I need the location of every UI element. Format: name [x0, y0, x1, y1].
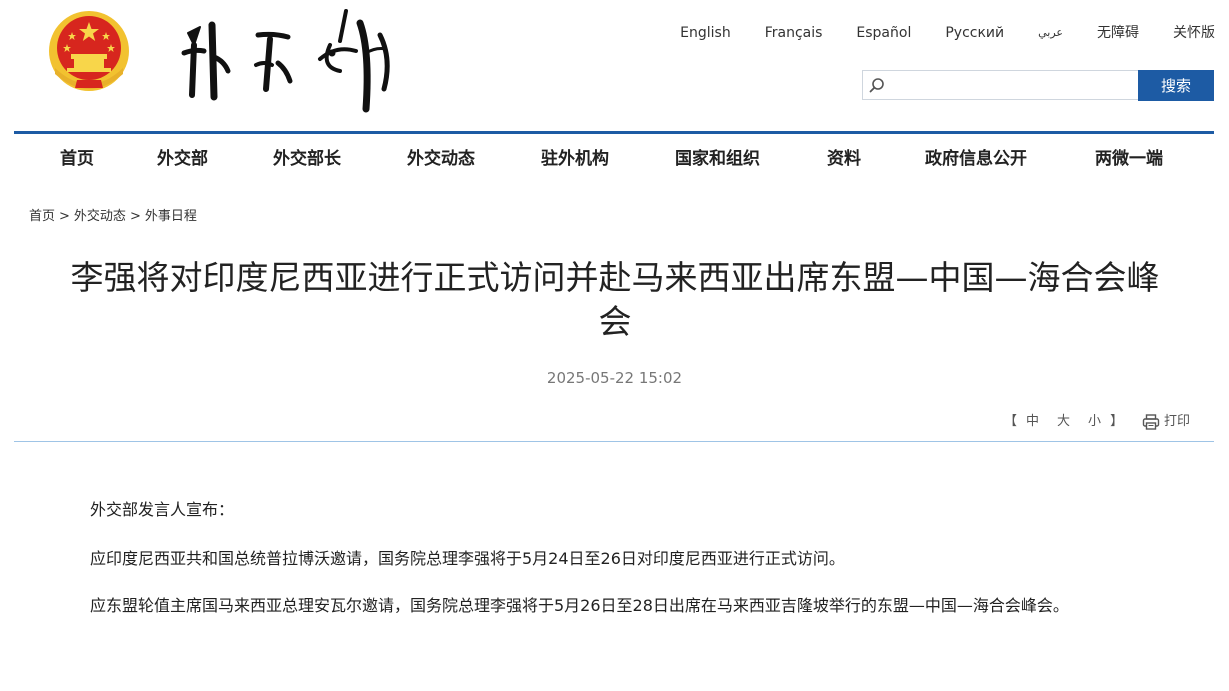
- search-button[interactable]: 搜索: [1138, 70, 1214, 101]
- nav-item-social-media[interactable]: 两微一端: [1095, 146, 1163, 172]
- font-size-selector: 【中 大 小】: [1004, 413, 1123, 431]
- breadcrumb-diplomatic-news[interactable]: 外交动态: [74, 209, 126, 224]
- article-title: 李强将对印度尼西亚进行正式访问并赴马来西亚出席东盟—中国—海合会峰会: [70, 258, 1160, 341]
- print-button[interactable]: 打印: [1142, 412, 1190, 432]
- accessibility-link[interactable]: 无障碍: [1097, 24, 1139, 42]
- lang-russian-link[interactable]: Русский: [945, 24, 1004, 42]
- font-size-open-bracket: 【: [1004, 414, 1018, 429]
- breadcrumb-home[interactable]: 首页: [29, 209, 55, 224]
- font-size-medium-button[interactable]: 中: [1026, 414, 1039, 429]
- search-box: [862, 70, 1138, 100]
- header-divider: [14, 131, 1214, 134]
- breadcrumb-separator: >: [129, 209, 141, 224]
- care-version-link[interactable]: 关怀版: [1173, 24, 1215, 42]
- main-nav: 首页 外交部 外交部长 外交动态 驻外机构 国家和组织 资料 政府信息公开 两微…: [0, 146, 1229, 172]
- search-input[interactable]: [889, 75, 1133, 97]
- search-icon[interactable]: [869, 77, 885, 93]
- article-body: 外交部发言人宣布： 应印度尼西亚共和国总统普拉博沃邀请，国务院总理李强将于5月2…: [54, 498, 1184, 645]
- nav-item-diplomatic-news[interactable]: 外交动态: [407, 146, 475, 172]
- breadcrumb: 首页 > 外交动态 > 外事日程: [29, 208, 197, 226]
- national-emblem-icon[interactable]: [47, 8, 131, 94]
- page: English Français Español Русский عربي 无障…: [0, 0, 1229, 691]
- nav-item-government-info[interactable]: 政府信息公开: [925, 146, 1027, 172]
- language-bar: English Français Español Русский عربي 无障…: [646, 24, 1215, 42]
- article-paragraph: 应印度尼西亚共和国总统普拉博沃邀请，国务院总理李强将于5月24日至26日对印度尼…: [90, 549, 845, 568]
- lang-french-link[interactable]: Français: [765, 24, 823, 42]
- nav-item-minister[interactable]: 外交部长: [273, 146, 341, 172]
- article-date: 2025-05-22 15:02: [546, 369, 683, 387]
- nav-item-countries-organizations[interactable]: 国家和组织: [675, 146, 760, 172]
- printer-icon: [1142, 414, 1160, 430]
- nav-item-home[interactable]: 首页: [60, 146, 94, 172]
- nav-item-missions-abroad[interactable]: 驻外机构: [541, 146, 609, 172]
- breadcrumb-separator: >: [59, 209, 70, 224]
- print-label: 打印: [1164, 414, 1191, 429]
- font-size-small-button[interactable]: 小: [1088, 414, 1101, 429]
- breadcrumb-foreign-affairs-schedule[interactable]: 外事日程: [145, 209, 197, 224]
- article-paragraph: 应东盟轮值主席国马来西亚总理安瓦尔邀请，国务院总理李强将于5月26日至28日出席…: [90, 596, 1069, 615]
- article-paragraph: 外交部发言人宣布：: [90, 500, 235, 519]
- lang-spanish-link[interactable]: Español: [856, 24, 911, 42]
- font-size-large-button[interactable]: 大: [1057, 414, 1070, 429]
- font-size-close-bracket: 】: [1110, 414, 1124, 429]
- nav-item-resources[interactable]: 资料: [827, 146, 861, 172]
- lang-english-link[interactable]: English: [680, 24, 731, 42]
- lang-arabic-link[interactable]: عربي: [1038, 24, 1063, 42]
- article-divider: [14, 441, 1214, 442]
- nav-item-ministry[interactable]: 外交部: [157, 146, 208, 172]
- ministry-calligraphy-logo-icon[interactable]: [170, 5, 405, 123]
